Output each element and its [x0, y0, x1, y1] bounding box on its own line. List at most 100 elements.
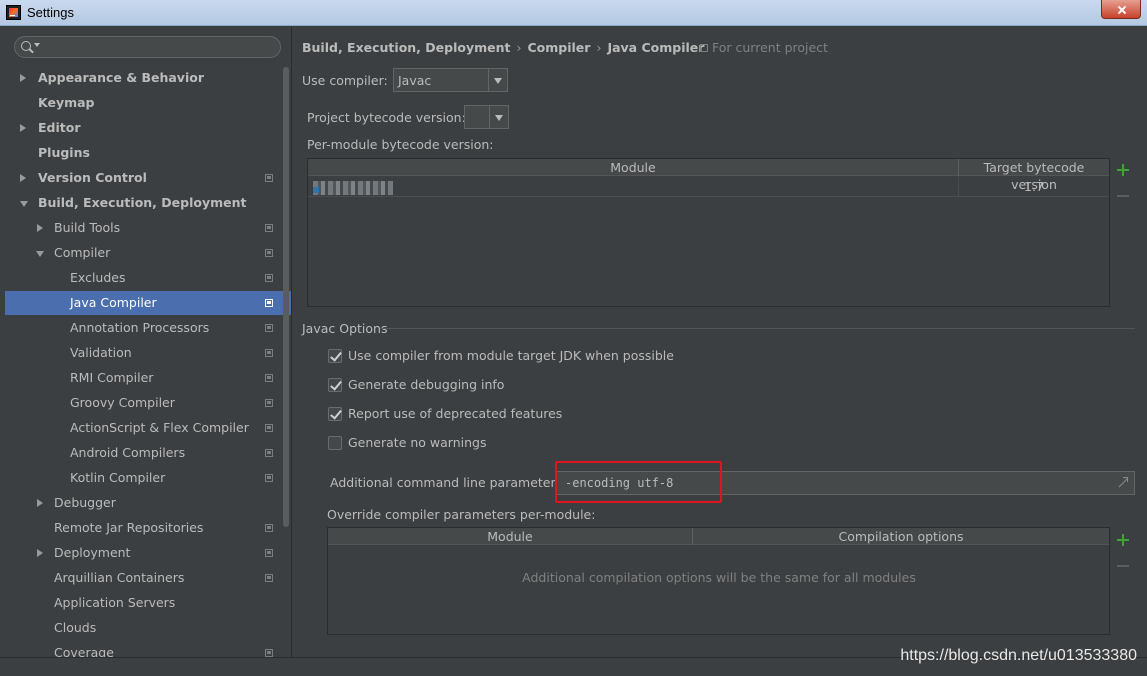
- javac-options-title: Javac Options: [302, 321, 388, 336]
- expand-icon[interactable]: [1117, 477, 1128, 488]
- chevron-down-icon[interactable]: [488, 69, 507, 91]
- generate-debugging-info-checkbox[interactable]: Generate debugging info: [328, 375, 828, 395]
- sidebar-item-label: Application Servers: [54, 595, 176, 610]
- column-header-module[interactable]: Module: [328, 528, 693, 545]
- add-icon[interactable]: [1116, 533, 1130, 547]
- search-history-dropdown-icon[interactable]: [34, 43, 40, 47]
- sidebar-item-application-servers[interactable]: Application Servers: [5, 591, 291, 615]
- checkbox-unchecked-icon[interactable]: [328, 436, 342, 450]
- sidebar-item-excludes[interactable]: Excludes: [5, 266, 291, 290]
- sidebar-item-version-control[interactable]: Version Control: [5, 166, 291, 190]
- expand-arrow-icon[interactable]: [20, 124, 26, 132]
- sidebar-item-deployment[interactable]: Deployment: [5, 541, 291, 565]
- sidebar-item-plugins[interactable]: Plugins: [5, 141, 291, 165]
- sidebar-item-editor[interactable]: Editor: [5, 116, 291, 140]
- column-header-target-bytecode[interactable]: Target bytecode version: [959, 159, 1109, 192]
- sidebar-item-debugger[interactable]: Debugger: [5, 491, 291, 515]
- remove-icon[interactable]: [1117, 565, 1129, 567]
- use-compiler-select[interactable]: Javac: [393, 68, 508, 92]
- expand-arrow-icon[interactable]: [37, 224, 43, 232]
- table-row[interactable]: 1.7: [308, 177, 1109, 197]
- sidebar-item-build-execution-deployment[interactable]: Build, Execution, Deployment: [5, 191, 291, 215]
- breadcrumb-separator: ›: [516, 40, 522, 55]
- project-scope-icon: [265, 649, 273, 657]
- sidebar-item-clouds[interactable]: Clouds: [5, 616, 291, 640]
- checkbox-label: Use compiler from module target JDK when…: [348, 348, 674, 363]
- sidebar-item-label: Keymap: [38, 95, 95, 110]
- project-scope-icon: [265, 449, 273, 457]
- sidebar-item-keymap[interactable]: Keymap: [5, 91, 291, 115]
- search-icon: [21, 41, 31, 51]
- settings-sidebar: Appearance & Behavior Keymap Editor Plug…: [5, 27, 291, 657]
- report-deprecated-checkbox[interactable]: Report use of deprecated features: [328, 404, 828, 424]
- table-header: Module Target bytecode version: [308, 159, 1109, 192]
- sidebar-item-label: Appearance & Behavior: [38, 70, 204, 85]
- use-compiler-value: Javac: [398, 73, 432, 88]
- expand-arrow-icon[interactable]: [37, 549, 43, 557]
- column-header-compilation-options[interactable]: Compilation options: [693, 528, 1109, 545]
- sidebar-item-label: Editor: [38, 120, 81, 135]
- section-divider: [380, 328, 1135, 329]
- redacted-module-name: [313, 181, 393, 195]
- sidebar-item-build-tools[interactable]: Build Tools: [5, 216, 291, 240]
- checkbox-checked-icon[interactable]: [328, 349, 342, 363]
- add-icon[interactable]: [1116, 163, 1130, 177]
- project-scope-icon: [265, 424, 273, 432]
- expand-arrow-icon[interactable]: [20, 74, 26, 82]
- sidebar-item-annotation-processors[interactable]: Annotation Processors: [5, 316, 291, 340]
- sidebar-item-compiler[interactable]: Compiler: [5, 241, 291, 265]
- table-header: Module Compilation options: [328, 528, 1109, 545]
- window-title: Settings: [27, 5, 74, 20]
- scope-label: For current project: [712, 40, 828, 55]
- project-scope-icon: [265, 474, 273, 482]
- sidebar-scrollbar[interactable]: [283, 67, 289, 527]
- sidebar-item-remote-jar-repositories[interactable]: Remote Jar Repositories: [5, 516, 291, 540]
- collapse-arrow-icon[interactable]: [20, 201, 28, 207]
- watermark-text: https://blog.csdn.net/u013533380: [900, 647, 1137, 664]
- sidebar-item-label: Java Compiler: [70, 295, 157, 310]
- sidebar-item-actionscript-flex-compiler[interactable]: ActionScript & Flex Compiler: [5, 416, 291, 440]
- checkbox-label: Report use of deprecated features: [348, 406, 563, 421]
- override-params-table: Module Compilation options Additional co…: [327, 527, 1110, 635]
- sidebar-item-coverage[interactable]: Coverage: [5, 641, 291, 657]
- sidebar-item-kotlin-compiler[interactable]: Kotlin Compiler: [5, 466, 291, 490]
- per-module-bytecode-label: Per-module bytecode version:: [307, 137, 494, 152]
- sidebar-item-validation[interactable]: Validation: [5, 341, 291, 365]
- checkbox-label: Generate no warnings: [348, 435, 487, 450]
- checkbox-checked-icon[interactable]: [328, 378, 342, 392]
- sidebar-item-groovy-compiler[interactable]: Groovy Compiler: [5, 391, 291, 415]
- use-module-jdk-checkbox[interactable]: Use compiler from module target JDK when…: [328, 346, 828, 366]
- breadcrumb-separator: ›: [596, 40, 602, 55]
- sidebar-item-label: Deployment: [54, 545, 131, 560]
- collapse-arrow-icon[interactable]: [36, 251, 44, 257]
- sidebar-item-label: Coverage: [54, 645, 114, 657]
- settings-content-panel: Build, Execution, Deployment › Compiler › Ja…: [292, 27, 1147, 657]
- expand-arrow-icon[interactable]: [37, 499, 43, 507]
- chevron-down-icon[interactable]: [489, 106, 508, 128]
- sidebar-item-label: Arquillian Containers: [54, 570, 185, 585]
- sidebar-item-label: Remote Jar Repositories: [54, 520, 204, 535]
- override-params-label: Override compiler parameters per-module:: [327, 507, 596, 522]
- sidebar-item-java-compiler[interactable]: Java Compiler: [5, 291, 291, 315]
- target-version-cell[interactable]: 1.7: [959, 177, 1109, 197]
- sidebar-item-android-compilers[interactable]: Android Compilers: [5, 441, 291, 465]
- expand-arrow-icon[interactable]: [20, 174, 26, 182]
- sidebar-item-label: Android Compilers: [70, 445, 186, 460]
- sidebar-item-appearance-behavior[interactable]: Appearance & Behavior: [5, 66, 291, 90]
- checkbox-checked-icon[interactable]: [328, 407, 342, 421]
- sidebar-item-rmi-compiler[interactable]: RMI Compiler: [5, 366, 291, 390]
- project-bytecode-select[interactable]: [464, 105, 509, 129]
- project-scope-icon: [265, 524, 273, 532]
- sidebar-item-label: Compiler: [54, 245, 111, 260]
- project-scope-icon: [265, 249, 273, 257]
- remove-icon[interactable]: [1117, 195, 1129, 197]
- close-window-button[interactable]: [1101, 0, 1141, 19]
- scope-indicator: For current project: [700, 40, 828, 55]
- generate-no-warnings-checkbox[interactable]: Generate no warnings: [328, 433, 828, 453]
- empty-table-message: Additional compilation options will be t…: [522, 570, 916, 585]
- sidebar-item-arquillian-containers[interactable]: Arquillian Containers: [5, 566, 291, 590]
- column-header-module[interactable]: Module: [308, 159, 959, 176]
- sidebar-item-label: Build, Execution, Deployment: [38, 195, 247, 210]
- project-scope-icon: [265, 374, 273, 382]
- settings-search-input[interactable]: [14, 36, 281, 58]
